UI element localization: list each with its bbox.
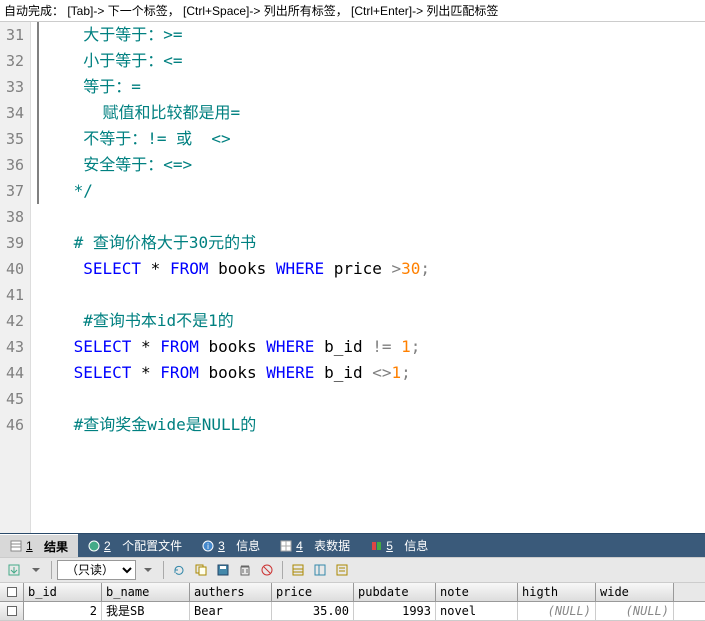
cell-higth[interactable]: (NULL)	[518, 602, 596, 620]
info2-icon	[370, 540, 382, 552]
col-header-price[interactable]: price	[272, 583, 354, 601]
cell-note[interactable]: novel	[436, 602, 518, 620]
grid-icon	[10, 540, 22, 552]
delete-button[interactable]	[235, 560, 255, 580]
code-area[interactable]: 大于等于：>= 小于等于：<= 等于：= 赋值和比较都是用= 不等于：!= 或 …	[31, 22, 705, 533]
tab-profile[interactable]: 2 个配置文件	[78, 534, 192, 558]
tab-result[interactable]: 1 结果	[0, 534, 78, 558]
tab-tabledata[interactable]: 4 表数据	[270, 534, 360, 558]
cell-b_name[interactable]: 我是SB	[102, 602, 190, 620]
col-header-wide[interactable]: wide	[596, 583, 674, 601]
cell-authers[interactable]: Bear	[190, 602, 272, 620]
tab-info[interactable]: i 3 信息	[192, 534, 270, 558]
row-checkbox[interactable]	[0, 602, 24, 620]
col-header-note[interactable]: note	[436, 583, 518, 601]
fold-indicator	[37, 22, 39, 204]
results-tab-bar: 1 结果 2 个配置文件 i 3 信息 4 表数据 5 信息	[0, 533, 705, 557]
svg-text:i: i	[207, 542, 209, 551]
cell-price[interactable]: 35.00	[272, 602, 354, 620]
grid-header: b_idb_nameautherspricepubdatenotehigthwi…	[0, 583, 705, 602]
result-grid[interactable]: b_idb_nameautherspricepubdatenotehigthwi…	[0, 583, 705, 621]
col-header-b_name[interactable]: b_name	[102, 583, 190, 601]
text-view-button[interactable]	[332, 560, 352, 580]
copy-button[interactable]	[191, 560, 211, 580]
cancel-button[interactable]	[257, 560, 277, 580]
result-toolbar: （只读）	[0, 557, 705, 583]
dropdown-button[interactable]	[26, 560, 46, 580]
cell-pubdate[interactable]: 1993	[354, 602, 436, 620]
cell-wide[interactable]: (NULL)	[596, 602, 674, 620]
select-all-checkbox[interactable]	[0, 583, 24, 601]
grid-view-button[interactable]	[288, 560, 308, 580]
refresh-button[interactable]	[169, 560, 189, 580]
col-header-b_id[interactable]: b_id	[24, 583, 102, 601]
table-icon	[280, 540, 292, 552]
separator	[163, 561, 164, 579]
info-icon: i	[202, 540, 214, 552]
col-header-pubdate[interactable]: pubdate	[354, 583, 436, 601]
col-header-authers[interactable]: authers	[190, 583, 272, 601]
sql-editor[interactable]: 31323334353637383940414243444546 大于等于：>=…	[0, 22, 705, 533]
cell-b_id[interactable]: 2	[24, 602, 102, 620]
separator	[282, 561, 283, 579]
autocomplete-hint: 自动完成： [Tab]-> 下一个标签， [Ctrl+Space]-> 列出所有…	[0, 0, 705, 22]
table-row[interactable]: 2我是SBBear35.001993novel(NULL)(NULL)	[0, 602, 705, 621]
col-header-higth[interactable]: higth	[518, 583, 596, 601]
profile-icon	[88, 540, 100, 552]
readonly-select[interactable]: （只读）	[57, 560, 136, 580]
dropdown2-button[interactable]	[138, 560, 158, 580]
line-gutter: 31323334353637383940414243444546	[0, 22, 31, 533]
export-button[interactable]	[4, 560, 24, 580]
separator	[51, 561, 52, 579]
form-view-button[interactable]	[310, 560, 330, 580]
save-button[interactable]	[213, 560, 233, 580]
tab-info2[interactable]: 5 信息	[360, 534, 438, 558]
